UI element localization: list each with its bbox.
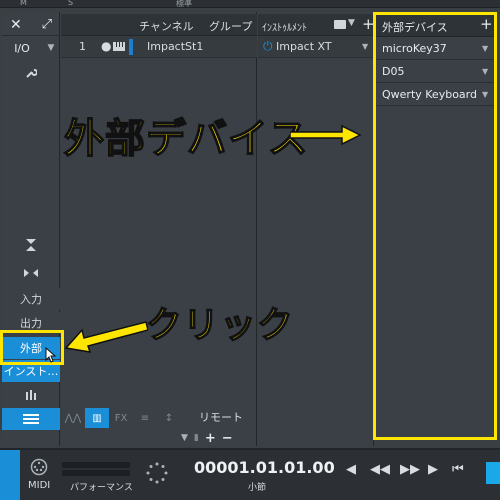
device-row[interactable]: microKey37 ▼ <box>376 38 494 60</box>
wrench-button[interactable] <box>2 62 60 84</box>
midi-label: MIDI <box>28 480 51 491</box>
return-to-zero-icon[interactable]: ⏮ <box>452 462 464 477</box>
track-name: ImpactSt1 <box>147 40 204 53</box>
expand-icon[interactable]: ⤢ <box>42 17 52 32</box>
loading-spinner-icon <box>146 462 168 484</box>
track-color <box>129 39 133 55</box>
collapse-vertical-icon <box>26 239 36 251</box>
add-icon[interactable]: + <box>205 431 216 446</box>
device-name: D05 <box>382 65 405 78</box>
chevron-down-icon[interactable]: ▼ <box>181 433 188 443</box>
wrench-icon <box>26 69 37 78</box>
sidebar-item-label: 出力 <box>20 317 42 330</box>
chevron-down-icon[interactable]: ▼ <box>362 42 368 51</box>
time-display[interactable]: 00001.01.01.00 <box>194 458 335 477</box>
time-unit-label: 小節 <box>248 483 267 493</box>
instrument-list: ｲﾝｽﾄｩﾙﾒﾝﾄ ▼ + ⏻ Impact XT ▼ <box>258 12 375 446</box>
keyboard-filter-icon[interactable]: ▥ <box>85 408 109 428</box>
close-icon[interactable]: ✕ <box>10 17 22 33</box>
power-icon[interactable]: ⏻ <box>263 39 273 54</box>
device-row[interactable]: D05 ▼ <box>376 61 494 83</box>
collapse-horizontal-icon <box>24 269 38 277</box>
performance-label: パフォーマンス <box>70 483 133 493</box>
sidebar-top-icons: ✕ ⤢ <box>2 14 60 36</box>
remote-tab[interactable]: リモート <box>199 409 243 425</box>
transport-bar: MIDI パフォーマンス 00001.01.01.00 小節 ◀ ◀◀ ▶▶ ▶… <box>0 448 500 500</box>
header-channel: チャンネル <box>139 20 194 33</box>
console-sidebar: ✕ ⤢ I/O ▼ 入力 出力 外部 インスト… <box>2 12 60 446</box>
top-strip: M S 標準 <box>0 0 500 8</box>
track-list: チャンネル グループ 1 ● ImpactSt1 ⋀⋀ ▥ FX ≡ ↕ リモー… <box>61 12 257 446</box>
transport-right-accent[interactable] <box>486 462 500 484</box>
top-strip-mid: S <box>68 0 74 7</box>
device-name: microKey37 <box>382 42 447 55</box>
list-icon <box>23 414 39 424</box>
io-selector[interactable]: I/O ▼ <box>2 38 60 58</box>
external-devices-header: 外部デバイス + <box>376 15 494 37</box>
track-number: 1 <box>79 40 86 53</box>
lock-icon[interactable]: ▮ <box>194 433 199 443</box>
sidebar-item-label: インスト… <box>3 365 59 378</box>
keyboard-icon <box>113 42 125 51</box>
device-row[interactable]: Qwerty Keyboard ▼ <box>376 84 494 106</box>
rewind-icon[interactable]: ◀◀ <box>370 462 390 477</box>
track-list-header: チャンネル グループ <box>61 14 257 36</box>
sidebar-item-input[interactable]: 入力 <box>2 288 60 310</box>
external-devices-title: 外部デバイス <box>382 21 448 34</box>
keyboard-icon <box>334 20 346 29</box>
sidebar-meter-button[interactable] <box>2 384 60 406</box>
collapse-button[interactable] <box>2 234 60 256</box>
collapse-horizontal-button[interactable] <box>2 262 60 284</box>
sidebar-list-button[interactable] <box>2 408 60 430</box>
arrow-left-icon <box>64 321 148 353</box>
chevron-down-icon[interactable]: ▼ <box>482 90 488 99</box>
instrument-header-label: ｲﾝｽﾄｩﾙﾒﾝﾄ <box>262 23 307 34</box>
instrument-name: Impact XT <box>276 40 332 53</box>
annotation-title: 外部デバイス <box>63 115 309 163</box>
bus-filter-icon[interactable]: ≡ <box>133 408 157 428</box>
forward-end-icon[interactable]: ▶ <box>428 462 438 477</box>
external-devices-panel: 外部デバイス + microKey37 ▼ D05 ▼ Qwerty Keybo… <box>373 12 497 440</box>
track-list-footer: ⋀⋀ ▥ FX ≡ ↕ リモート <box>61 407 257 429</box>
midi-icon <box>30 458 48 476</box>
performance-meter-2 <box>62 470 130 476</box>
track-list-controls: ▼ ▮ + − <box>181 430 257 446</box>
performance-meter <box>62 462 130 468</box>
fx-filter[interactable]: FX <box>109 408 133 428</box>
io-label: I/O <box>14 41 30 55</box>
instrument-row[interactable]: ⏻ Impact XT ▼ <box>258 36 374 58</box>
remove-icon[interactable]: − <box>222 431 233 446</box>
top-strip-left: M <box>20 0 27 7</box>
vca-filter-icon[interactable]: ↕ <box>157 408 181 428</box>
chevron-down-icon[interactable]: ▼ <box>482 67 488 76</box>
chevron-down-icon: ▼ <box>47 43 55 53</box>
fast-forward-icon[interactable]: ▶▶ <box>400 462 420 477</box>
rewind-start-icon[interactable]: ◀ <box>346 462 356 477</box>
meter-icon <box>26 390 36 400</box>
header-group: グループ <box>209 20 253 33</box>
chevron-down-icon[interactable]: ▼ <box>348 18 355 28</box>
sidebar-item-label: 入力 <box>20 293 42 306</box>
cursor-icon <box>45 347 57 363</box>
top-strip-right: 標準 <box>176 0 192 8</box>
arrow-right-icon <box>290 124 362 146</box>
add-device-icon[interactable]: + <box>480 15 493 33</box>
track-row[interactable]: 1 ● ImpactSt1 <box>61 36 257 58</box>
instrument-header: ｲﾝｽﾄｩﾙﾒﾝﾄ ▼ + <box>258 14 375 36</box>
chevron-down-icon[interactable]: ▼ <box>482 44 488 53</box>
record-dot-icon[interactable]: ● <box>101 39 111 53</box>
device-name: Qwerty Keyboard <box>382 88 477 101</box>
automation-icon[interactable]: ⋀⋀ <box>61 408 85 428</box>
transport-left-accent <box>0 450 20 500</box>
annotation-click: クリック <box>145 304 295 347</box>
